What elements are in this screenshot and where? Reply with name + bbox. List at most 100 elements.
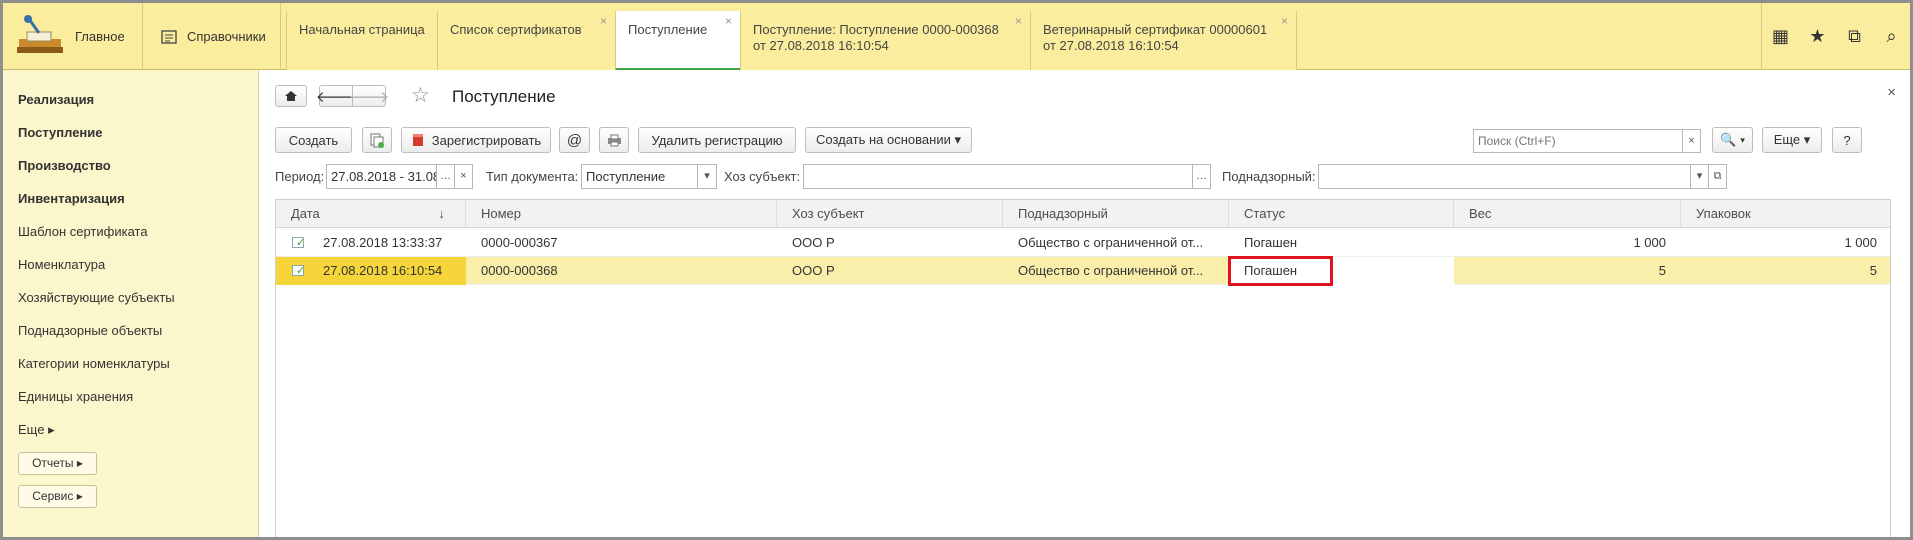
tab-label: Начальная страница [299,22,425,37]
document-posted-icon: ✓ [292,237,305,249]
supervised-dropdown[interactable]: ▾ [1690,164,1709,189]
home-icon [285,91,297,101]
unregister-button[interactable]: Удалить регистрацию [638,127,796,153]
col-date-label: Дата [291,206,320,221]
doc-type-dropdown[interactable]: ▾ [697,164,717,189]
subject-field[interactable] [803,164,1193,189]
col-status[interactable]: Статус [1229,200,1454,228]
cell-supervised: Общество с ограниченной от... [1018,235,1204,250]
clear-search-button[interactable]: × [1682,129,1701,153]
cell-date: 27.08.2018 13:33:37 [323,235,443,250]
nav-nomenclature[interactable]: Номенклатура [18,257,105,272]
create-based-on-button[interactable]: Создать на основании ▾ [805,127,972,153]
home-desk-icon [17,14,63,53]
nav-production[interactable]: Производство [18,158,111,173]
search-options-button[interactable]: 🔍 ▾ [1712,127,1753,153]
register-label: Зарегистрировать [431,132,542,148]
create-button[interactable]: Создать [275,127,352,153]
history-icon[interactable]: ⧉ [1836,26,1873,47]
table-row[interactable]: ✓ 27.08.2018 13:33:37 0000-000367 ООО Р … [276,229,1890,257]
period-label: Период: [275,169,325,184]
col-weight[interactable]: Вес [1454,200,1681,228]
cell-number: 0000-000368 [481,263,558,278]
table-row-selected[interactable]: ✓ 27.08.2018 16:10:54 0000-000368 ООО Р … [276,257,1890,285]
magnifier-icon: 🔍 [1720,132,1737,147]
register-button[interactable]: Зарегистрировать [401,127,551,153]
printer-icon [607,134,621,146]
cell-packages: 1 000 [1844,235,1877,250]
period-select-button[interactable]: … [436,164,455,189]
list-icon [161,29,177,44]
tab-label: Ветеринарный сертификат 00000601 [1043,22,1268,37]
col-supervised[interactable]: Поднадзорный [1003,200,1229,228]
close-icon[interactable]: × [1281,13,1288,29]
cell-subject: ООО Р [792,263,835,278]
reports-button[interactable]: Отчеты ▸ [18,452,97,475]
cell-weight: 1 000 [1633,235,1666,250]
section-home-label: Главное [75,29,125,44]
search-icon[interactable]: ⌕ [1873,26,1910,47]
nav-inventory[interactable]: Инвентаризация [18,191,125,206]
nav-storage-units[interactable]: Единицы хранения [18,389,133,404]
cell-weight: 5 [1658,263,1666,278]
forward-button[interactable]: 🡒 [349,85,389,107]
nav-nomenclature-categories[interactable]: Категории номенклатуры [18,356,170,371]
nav-certificate-template[interactable]: Шаблон сертификата [18,224,148,239]
nav-sales[interactable]: Реализация [18,92,94,107]
tab-receipt-document[interactable]: Поступление: Поступление 0000-000368 от … [740,11,1030,70]
service-button[interactable]: Сервис ▸ [18,485,97,508]
tab-label-line2: от 27.08.2018 16:10:54 [1043,38,1179,53]
supervised-label: Поднадзорный: [1222,169,1316,184]
supervised-field[interactable] [1318,164,1691,189]
grid-icon[interactable]: ▦ [1762,26,1799,47]
subject-select-button[interactable]: … [1192,164,1211,189]
col-subject[interactable]: Хоз субъект [777,200,1003,228]
home-button[interactable] [275,85,307,107]
status-highlight-box [1228,256,1333,286]
nav-more[interactable]: Еще ▸ [18,422,55,438]
close-icon[interactable]: × [600,13,607,29]
star-icon[interactable]: ★ [1799,26,1836,47]
doc-type-field[interactable]: Поступление [581,164,698,189]
section-references-label: Справочники [187,29,266,44]
back-button[interactable]: 🡐 [316,85,356,107]
nav-business-entities[interactable]: Хозяйствующие субъекты [18,290,175,305]
supervised-open-button[interactable]: ⧉ [1708,164,1727,189]
form-area: 🡐 🡒 ☆ Поступление × Создать Зарегистриро… [260,70,1910,537]
cell-subject: ООО Р [792,235,835,250]
cell-date: 27.08.2018 16:10:54 [323,263,443,278]
copy-doc-icon [370,133,384,148]
nav-supervised-objects[interactable]: Поднадзорные объекты [18,323,162,338]
tab-vet-certificate[interactable]: Ветеринарный сертификат 00000601 от 27.0… [1030,11,1297,70]
search-input[interactable] [1473,129,1683,153]
print-button[interactable] [599,127,629,153]
period-field[interactable]: 27.08.2018 - 31.08.2018 [326,164,437,189]
tab-label: Поступление [628,22,708,37]
tab-certificate-list[interactable]: Список сертификатов × [437,11,615,70]
register-box-icon [412,134,423,146]
email-button[interactable]: @ [559,127,590,153]
subject-label: Хоз субъект: [724,169,801,184]
close-icon[interactable]: × [1887,84,1896,101]
documents-table: Дата ↓ Номер Хоз субъект Поднадзорный Ст… [275,199,1891,537]
tab-receipt[interactable]: Поступление × [615,11,740,71]
doc-type-label: Тип документа: [486,169,579,184]
tab-start-page[interactable]: Начальная страница [286,11,437,70]
section-references[interactable]: Справочники [143,3,281,70]
copy-button[interactable] [362,127,392,153]
col-date[interactable]: Дата ↓ [276,200,466,228]
more-button[interactable]: Еще ▾ [1762,127,1822,153]
document-posted-icon: ✓ [292,265,305,277]
period-clear-button[interactable]: × [454,164,473,189]
nav-receipt[interactable]: Поступление [18,125,103,140]
col-number[interactable]: Номер [466,200,777,228]
close-icon[interactable]: × [725,13,732,29]
tab-label-line2: от 27.08.2018 16:10:54 [753,38,889,53]
col-packages[interactable]: Упаковок [1681,200,1892,228]
favorite-star-icon[interactable]: ☆ [411,83,430,108]
section-home[interactable]: Главное [3,3,143,70]
top-icons: ▦ ★ ⧉ ⌕ [1761,3,1910,70]
close-icon[interactable]: × [1015,13,1022,29]
cell-supervised: Общество с ограниченной от... [1018,263,1204,278]
help-button[interactable]: ? [1832,127,1862,153]
